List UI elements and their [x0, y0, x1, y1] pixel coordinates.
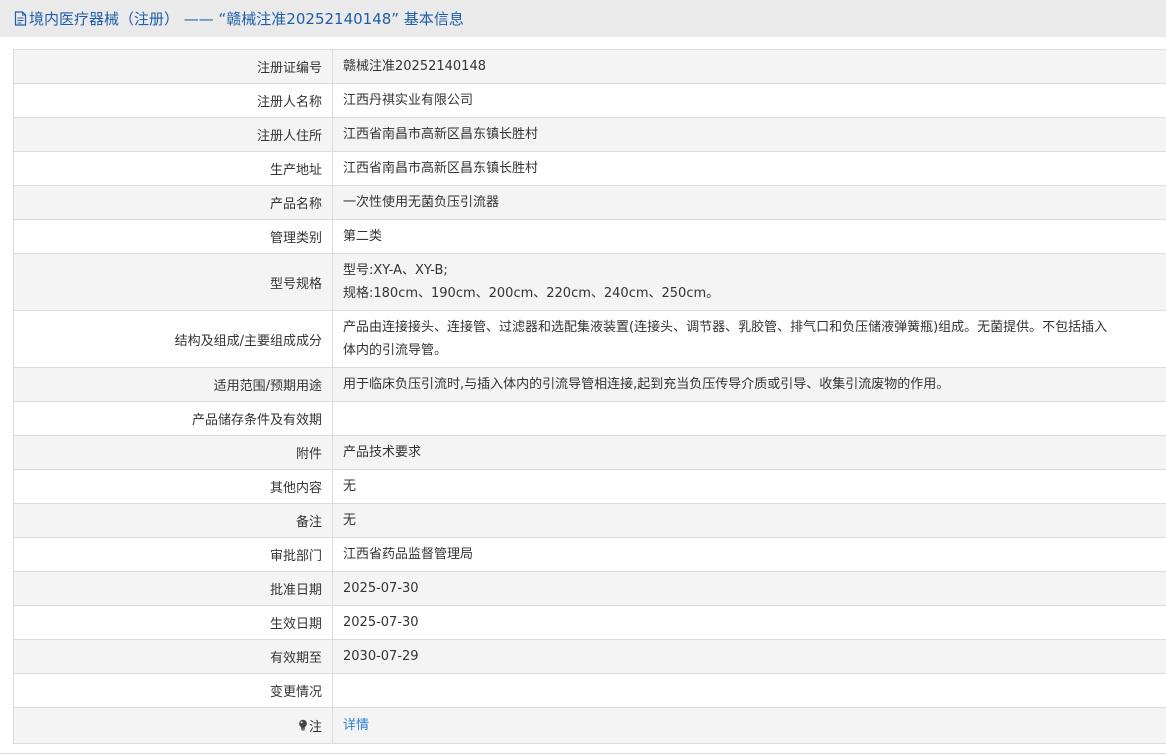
field-value: 型号:XY-A、XY-B; 规格:180cm、190cm、200cm、220cm… — [332, 253, 1166, 311]
field-label: 有效期至 — [13, 639, 333, 674]
table-row: 产品储存条件及有效期 — [13, 401, 1166, 436]
table-row: 型号规格 型号:XY-A、XY-B; 规格:180cm、190cm、200cm、… — [13, 253, 1166, 311]
table-row: 注册人住所 江西省南昌市高新区昌东镇长胜村 — [13, 117, 1166, 152]
table-row: 管理类别 第二类 — [13, 219, 1166, 254]
field-value: 2025-07-30 — [332, 571, 1166, 606]
field-value: 产品由连接接头、连接管、过滤器和选配集液装置(连接头、调节器、乳胶管、排气口和负… — [332, 310, 1166, 368]
field-label: 注册证编号 — [13, 49, 333, 84]
field-value: 江西丹祺实业有限公司 — [332, 83, 1166, 118]
field-label: 生产地址 — [13, 151, 333, 186]
field-label: 产品储存条件及有效期 — [13, 401, 333, 436]
table-row: 产品名称 一次性使用无菌负压引流器 — [13, 185, 1166, 220]
field-value: 2030-07-29 — [332, 639, 1166, 674]
table-row: 注 详情 — [13, 707, 1166, 744]
field-value: 无 — [332, 469, 1166, 504]
device-info-table: 注册证编号 赣械注准20252140148 注册人名称 江西丹祺实业有限公司 注… — [13, 49, 1166, 744]
details-link[interactable]: 详情 — [343, 718, 369, 733]
value-line: 产品由连接接头、连接管、过滤器和选配集液装置(连接头、调节器、乳胶管、排气口和负… — [343, 320, 1108, 335]
document-icon — [14, 11, 27, 26]
table-row: 批准日期 2025-07-30 — [13, 571, 1166, 606]
field-label: 型号规格 — [13, 253, 333, 311]
field-label: 注册人名称 — [13, 83, 333, 118]
field-value: 2025-07-30 — [332, 605, 1166, 640]
field-value: 无 — [332, 503, 1166, 538]
table-row: 注册证编号 赣械注准20252140148 — [13, 49, 1166, 84]
table-row: 有效期至 2030-07-29 — [13, 639, 1166, 674]
table-row: 其他内容 无 — [13, 469, 1166, 504]
page-header: 境内医疗器械（注册） —— “赣械注准20252140148” 基本信息 — [0, 0, 1166, 37]
table-row: 生产地址 江西省南昌市高新区昌东镇长胜村 — [13, 151, 1166, 186]
table-row: 生效日期 2025-07-30 — [13, 605, 1166, 640]
bottom-divider — [0, 753, 1166, 754]
table-row: 备注 无 — [13, 503, 1166, 538]
field-label: 生效日期 — [13, 605, 333, 640]
field-label: 变更情况 — [13, 673, 333, 708]
field-value: 第二类 — [332, 219, 1166, 254]
table-row: 附件 产品技术要求 — [13, 435, 1166, 470]
field-label: 审批部门 — [13, 537, 333, 572]
lightbulb-icon — [298, 719, 308, 732]
value-line: 型号:XY-A、XY-B; — [343, 263, 448, 278]
field-value: 一次性使用无菌负压引流器 — [332, 185, 1166, 220]
value-line: 体内的引流导管。 — [343, 343, 448, 358]
field-value: 赣械注准20252140148 — [332, 49, 1166, 84]
table-row: 审批部门 江西省药品监督管理局 — [13, 537, 1166, 572]
field-value: 用于临床负压引流时,与插入体内的引流导管相连接,起到充当负压传导介质或引导、收集… — [332, 367, 1166, 402]
field-value: 江西省南昌市高新区昌东镇长胜村 — [332, 151, 1166, 186]
table-row: 适用范围/预期用途 用于临床负压引流时,与插入体内的引流导管相连接,起到充当负压… — [13, 367, 1166, 402]
table-row: 结构及组成/主要组成成分 产品由连接接头、连接管、过滤器和选配集液装置(连接头、… — [13, 310, 1166, 368]
field-value — [332, 673, 1166, 708]
field-value: 江西省南昌市高新区昌东镇长胜村 — [332, 117, 1166, 152]
field-label: 结构及组成/主要组成成分 — [13, 310, 333, 368]
field-label: 备注 — [13, 503, 333, 538]
field-label: 附件 — [13, 435, 333, 470]
field-label: 其他内容 — [13, 469, 333, 504]
field-value: 产品技术要求 — [332, 435, 1166, 470]
field-label: 适用范围/预期用途 — [13, 367, 333, 402]
table-row: 注册人名称 江西丹祺实业有限公司 — [13, 83, 1166, 118]
field-value — [332, 401, 1166, 436]
field-label: 注册人住所 — [13, 117, 333, 152]
field-value: 江西省药品监督管理局 — [332, 537, 1166, 572]
field-label: 产品名称 — [13, 185, 333, 220]
field-value: 详情 — [332, 707, 1166, 744]
field-label: 批准日期 — [13, 571, 333, 606]
field-label: 管理类别 — [13, 219, 333, 254]
note-label-text: 注 — [308, 719, 322, 735]
table-row: 变更情况 — [13, 673, 1166, 708]
note-label: 注 — [13, 707, 333, 744]
value-line: 规格:180cm、190cm、200cm、220cm、240cm、250cm。 — [343, 286, 720, 301]
page-title: 境内医疗器械（注册） —— “赣械注准20252140148” 基本信息 — [29, 10, 464, 28]
